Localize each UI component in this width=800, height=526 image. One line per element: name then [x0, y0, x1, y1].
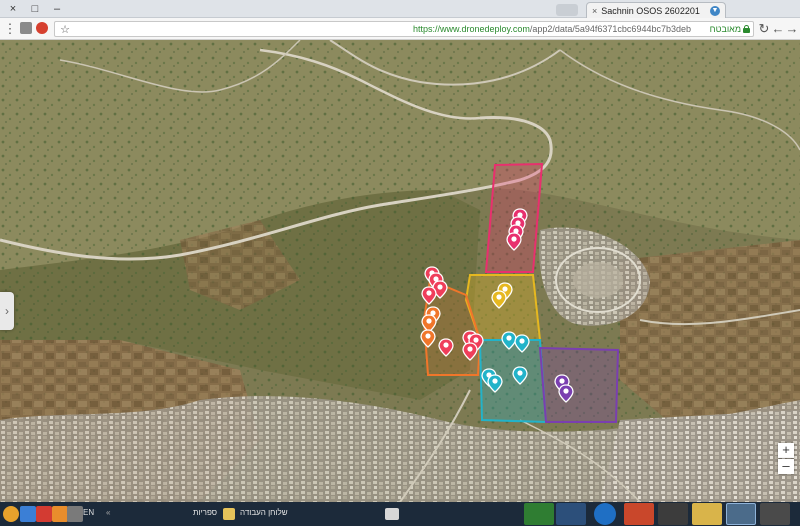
title-bar: × □ – × Sachnin OSOS 2602201 ▼: [0, 0, 800, 18]
forward-icon[interactable]: →: [784, 21, 800, 37]
chrome-taskbar-icon[interactable]: [726, 503, 756, 525]
tray-icon-4[interactable]: [52, 506, 68, 522]
navigation-bar: ⋮ ☆ https://www.dronedeploy.com/app2/dat…: [0, 18, 800, 40]
extension-icon-1[interactable]: [20, 22, 32, 34]
tray-icon-5[interactable]: [67, 506, 83, 522]
dronedeploy-favicon-icon: ▼: [710, 5, 720, 16]
desktop-toolbar-label[interactable]: שלוחן העבודה: [240, 508, 288, 517]
zoom-out-button[interactable]: –: [778, 459, 794, 474]
url-path: /app2/data/5a94f6371cbc6944bc7b3deb: [529, 24, 691, 34]
tray-icon-1[interactable]: [3, 506, 19, 522]
url-text[interactable]: https://www.dronedeploy.com/app2/data/5a…: [413, 24, 691, 34]
media-player-taskbar-icon[interactable]: [658, 503, 688, 525]
folder-icon: [223, 508, 235, 520]
map-view[interactable]: › + –: [0, 40, 800, 502]
show-desktop-icon[interactable]: [385, 508, 399, 520]
app-taskbar-icon[interactable]: [760, 503, 790, 525]
side-panel-toggle[interactable]: ›: [0, 292, 14, 330]
windows-taskbar: EN « ספריות שלוחן העבודה: [0, 502, 800, 526]
zone-purple[interactable]: [538, 346, 620, 423]
new-tab-button[interactable]: [556, 4, 578, 16]
satellite-map[interactable]: [0, 40, 800, 502]
window-user-area: [736, 3, 796, 15]
tab-title: Sachnin OSOS 2602201: [601, 5, 700, 16]
libraries-toolbar-label[interactable]: ספריות: [193, 508, 217, 517]
toolbar-chevron[interactable]: «: [106, 508, 110, 517]
secure-label: מאובטח: [709, 24, 741, 34]
file-explorer-taskbar-icon[interactable]: [692, 503, 722, 525]
powerpoint-taskbar-icon[interactable]: [624, 503, 654, 525]
zoom-in-button[interactable]: +: [778, 443, 794, 458]
close-window-button[interactable]: ×: [2, 0, 24, 18]
minimize-window-button[interactable]: –: [46, 0, 68, 18]
maximize-window-button[interactable]: □: [24, 0, 46, 18]
address-bar[interactable]: ☆ https://www.dronedeploy.com/app2/data/…: [54, 21, 754, 37]
bookmark-star-icon[interactable]: ☆: [57, 22, 73, 38]
chrome-menu-icon[interactable]: ⋮: [2, 21, 18, 37]
tab-close-icon[interactable]: ×: [592, 6, 597, 16]
browser-window: × □ – × Sachnin OSOS 2602201 ▼ ⋮ ☆ https…: [0, 0, 800, 526]
url-host: https://www.dronedeploy.com: [412, 24, 530, 34]
notepad-taskbar-icon[interactable]: [556, 503, 586, 525]
internet-explorer-icon[interactable]: [594, 503, 616, 525]
tray-icon-2[interactable]: [20, 506, 36, 522]
lock-icon: [743, 25, 750, 33]
excel-taskbar-icon[interactable]: [524, 503, 554, 525]
extension-icon-2[interactable]: [36, 22, 48, 34]
tray-icon-3[interactable]: [36, 506, 52, 522]
language-indicator[interactable]: EN: [83, 508, 94, 517]
tab-dronedeploy[interactable]: × Sachnin OSOS 2602201 ▼: [586, 2, 726, 18]
